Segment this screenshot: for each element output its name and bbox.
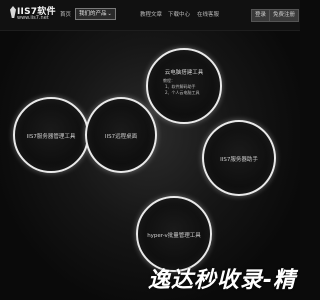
bubble-server-helper[interactable]: IIS7服务器助手 xyxy=(202,120,276,196)
logo-icon xyxy=(10,6,16,18)
nav-downloads[interactable]: 下载中心 xyxy=(168,9,190,21)
nav-home-label: 首页 xyxy=(60,12,72,18)
bubble-server-manager[interactable]: IIS7服务器管理工具 xyxy=(13,97,89,173)
bubble-cloud-build[interactable]: 云电脑搭建工具 教程： 1、软件解码助手 2、个人云电脑工具 xyxy=(146,48,222,124)
logo-url: www.iis7.net xyxy=(17,15,49,21)
page-root: IIS7软件 www.iis7.net 首页 我们的产品⌄ 教程文章 下载中心 … xyxy=(0,0,300,300)
bubble-hyperv-manager-title: hyper-v批量管理工具 xyxy=(147,233,201,239)
nav-home[interactable]: 首页 xyxy=(60,9,71,21)
nav-tutorials[interactable]: 教程文章 xyxy=(140,9,162,21)
nav-support[interactable]: 在线客服 xyxy=(197,9,219,21)
nav-products-label: 我们的产品 xyxy=(79,11,107,17)
site-logo[interactable]: IIS7软件 www.iis7.net xyxy=(10,4,55,26)
nav-products[interactable]: 我们的产品⌄ xyxy=(75,8,116,20)
nav-downloads-label: 下载中心 xyxy=(168,12,191,18)
bubble-hyperv-manager[interactable]: hyper-v批量管理工具 xyxy=(136,196,212,272)
watermark-text: 逸达秒收录-精 xyxy=(147,268,296,293)
chevron-down-icon: ⌄ xyxy=(107,11,112,17)
bubble-server-helper-title: IIS7服务器助手 xyxy=(220,157,258,163)
register-button[interactable]: 免费注册 xyxy=(269,9,300,22)
bubble-server-manager-title: IIS7服务器管理工具 xyxy=(26,134,76,140)
login-button[interactable]: 登录 xyxy=(251,9,271,22)
bubble-remote-desktop[interactable]: IIS7远程桌面 xyxy=(85,97,157,173)
nav-support-label: 在线客服 xyxy=(197,12,220,18)
bubble-remote-desktop-title: IIS7远程桌面 xyxy=(104,134,138,140)
top-header: IIS7软件 www.iis7.net 首页 我们的产品⌄ 教程文章 下载中心 … xyxy=(0,0,300,31)
bubble-cloud-build-title: 云电脑搭建工具 xyxy=(164,70,204,76)
bubble-cloud-build-line3: 2、个人云电脑工具 xyxy=(165,90,200,95)
nav-tutorials-label: 教程文章 xyxy=(140,12,163,18)
